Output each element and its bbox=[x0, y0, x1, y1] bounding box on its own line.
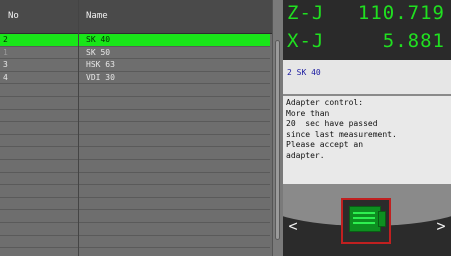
scrollbar-thumb[interactable] bbox=[275, 40, 280, 240]
chevron-left-icon[interactable]: < bbox=[287, 216, 299, 236]
row-name: SK 50 bbox=[86, 47, 111, 57]
coordinate-display: Z-J 110.719 X-J 5.881 bbox=[283, 0, 451, 60]
table-row[interactable]: 1 SK 50 bbox=[0, 47, 270, 60]
table-header: No Name bbox=[0, 0, 272, 34]
row-number: 4 bbox=[3, 72, 8, 82]
table-row[interactable] bbox=[0, 198, 270, 211]
table-row[interactable] bbox=[0, 147, 270, 160]
chevron-right-icon[interactable]: > bbox=[435, 216, 447, 236]
table-scrollbar[interactable] bbox=[272, 0, 283, 256]
right-panel: Z-J 110.719 X-J 5.881 2 SK 40 Adapter co… bbox=[283, 0, 451, 256]
table-row[interactable]: 4 VDI 30 bbox=[0, 72, 270, 85]
adapter-icon bbox=[349, 206, 386, 232]
row-number: 3 bbox=[3, 60, 8, 70]
table-row[interactable] bbox=[0, 173, 270, 186]
adapter-icon-button[interactable] bbox=[341, 198, 391, 244]
z-axis-label: Z-J bbox=[287, 2, 325, 24]
z-axis-value: 110.719 bbox=[357, 2, 445, 24]
table-rows: 2 SK 40 1 SK 50 3 HSK 63 4 VDI 30 bbox=[0, 34, 270, 249]
table-row[interactable] bbox=[0, 122, 270, 135]
row-name: SK 40 bbox=[86, 35, 111, 44]
selected-adapter-text: 2 SK 40 bbox=[287, 68, 321, 77]
table-row[interactable]: 2 SK 40 bbox=[0, 34, 270, 47]
adapter-navigator: < > bbox=[283, 184, 451, 256]
column-header-no[interactable]: No bbox=[8, 0, 19, 33]
z-coordinate: Z-J 110.719 bbox=[287, 2, 447, 28]
x-axis-value: 5.881 bbox=[382, 30, 445, 52]
table-row[interactable] bbox=[0, 160, 270, 173]
row-name: HSK 63 bbox=[86, 60, 115, 70]
table-row[interactable]: 3 HSK 63 bbox=[0, 59, 270, 72]
x-axis-label: X-J bbox=[287, 30, 325, 52]
table-row[interactable] bbox=[0, 110, 270, 123]
adapter-control-message: Adapter control: More than 20 sec have p… bbox=[283, 96, 451, 184]
table-row[interactable] bbox=[0, 210, 270, 223]
column-header-name[interactable]: Name bbox=[86, 0, 108, 33]
x-coordinate: X-J 5.881 bbox=[287, 30, 447, 56]
adapter-screen: No Name 2 SK 40 1 SK 50 3 HSK 63 4 VDI 30 Z-J 1… bbox=[0, 0, 451, 256]
row-name: VDI 30 bbox=[86, 72, 115, 82]
table-row[interactable] bbox=[0, 135, 270, 148]
table-row[interactable] bbox=[0, 84, 270, 97]
table-row[interactable] bbox=[0, 185, 270, 198]
adapter-table: No Name 2 SK 40 1 SK 50 3 HSK 63 4 VDI 30 bbox=[0, 0, 272, 256]
column-divider bbox=[78, 0, 79, 256]
row-number: 2 bbox=[3, 35, 8, 44]
table-row[interactable] bbox=[0, 236, 270, 249]
table-row[interactable] bbox=[0, 97, 270, 110]
row-number: 1 bbox=[3, 47, 8, 57]
table-row[interactable] bbox=[0, 223, 270, 236]
selected-adapter-line: 2 SK 40 bbox=[283, 60, 451, 94]
